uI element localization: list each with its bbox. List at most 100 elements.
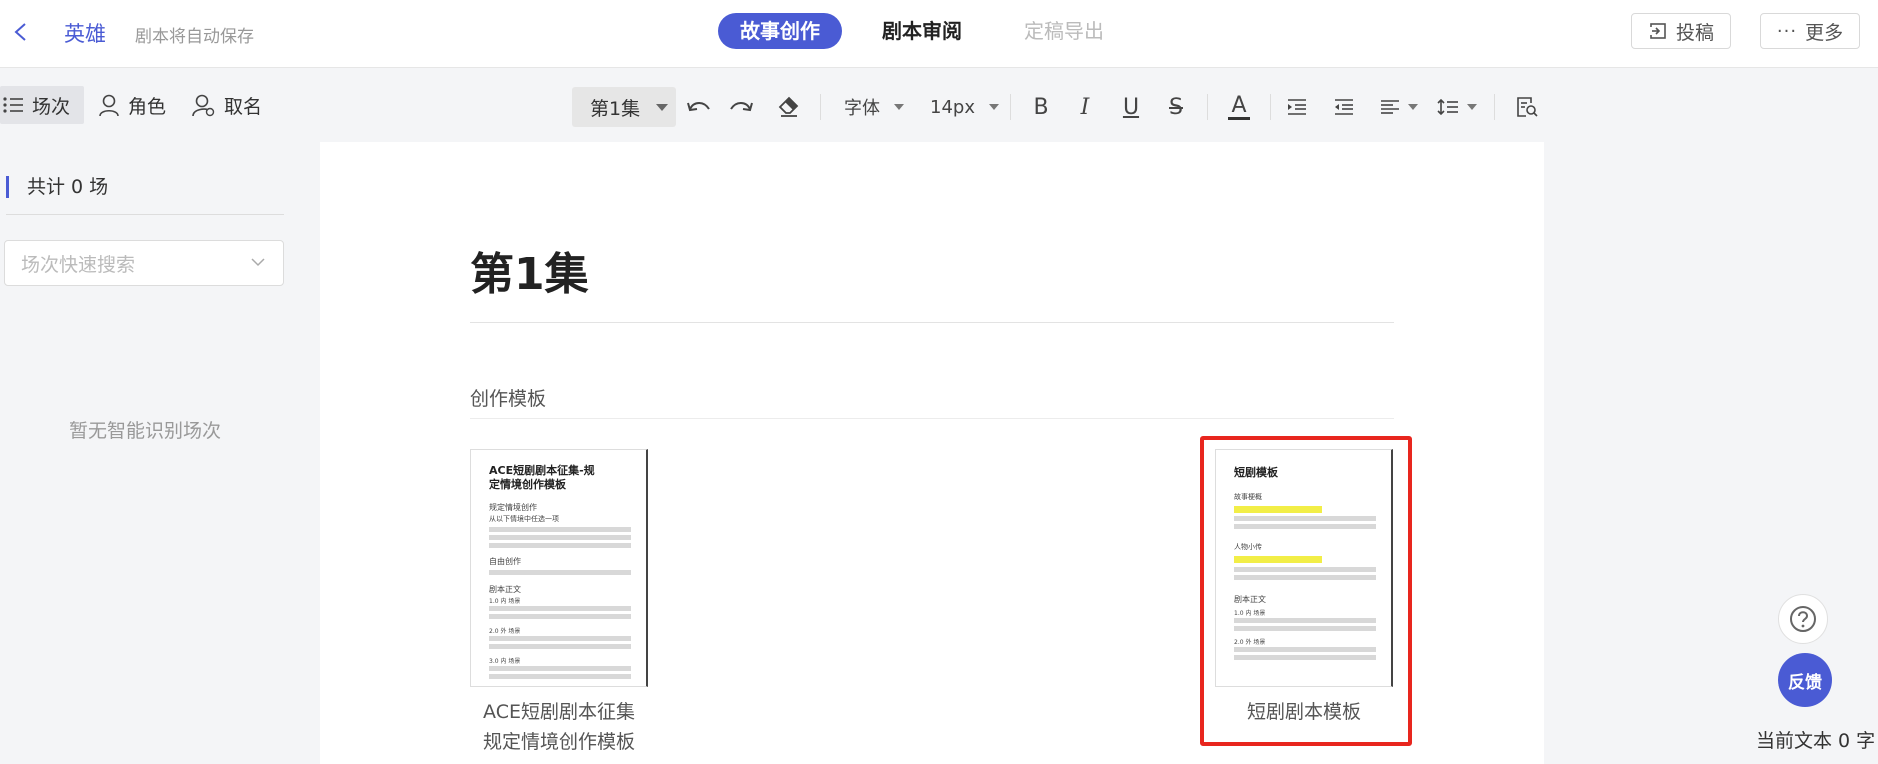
tab-roles[interactable]: 角色 bbox=[94, 86, 170, 124]
toolbar-divider bbox=[1207, 94, 1208, 120]
episode-title[interactable]: 第1集 bbox=[470, 238, 589, 302]
template-thumbnail: 短剧模板 故事梗概 人物小传 剧本正文 1.0 内 场景 2.0 外 场景 bbox=[1215, 449, 1393, 687]
strikethrough-icon: S bbox=[1169, 94, 1183, 120]
line-height-icon bbox=[1437, 98, 1458, 116]
more-button[interactable]: ··· 更多 bbox=[1760, 13, 1860, 49]
thumb-line: 2.0 外 场景 bbox=[1234, 639, 1266, 646]
font-color-icon: A bbox=[1231, 92, 1247, 118]
template-card-ace[interactable]: ACE短剧剧本征集-规 定情境创作模板 规定情境创作 从以下情境中任选一项 自由… bbox=[470, 449, 648, 757]
tab-naming-label: 取名 bbox=[224, 95, 263, 118]
toolbar-divider bbox=[1010, 94, 1011, 120]
project-name-link[interactable]: 英雄 bbox=[64, 18, 106, 48]
chevron-down-icon bbox=[988, 104, 999, 110]
tab-final-export[interactable]: 定稿导出 bbox=[1002, 13, 1126, 49]
align-select[interactable] bbox=[1376, 92, 1422, 122]
font-size-select[interactable]: 14px bbox=[930, 92, 999, 122]
thumb-bar bbox=[489, 614, 631, 619]
submit-button[interactable]: 投稿 bbox=[1631, 13, 1731, 49]
underline-button[interactable]: U bbox=[1116, 92, 1146, 122]
help-button[interactable] bbox=[1778, 594, 1828, 644]
question-circle-icon bbox=[1790, 606, 1816, 632]
thumb-bar bbox=[489, 644, 631, 649]
tab-story-creation[interactable]: 故事创作 bbox=[718, 13, 842, 49]
align-left-icon bbox=[1381, 100, 1399, 114]
tab-scenes[interactable]: 场次 bbox=[0, 86, 84, 124]
thumb-bar bbox=[1234, 524, 1376, 529]
template-name-line: 规定情境创作模板 bbox=[482, 731, 635, 753]
editor-toolbar: 场次 角色 取名 第1集 字体 14px B I U S A bbox=[0, 68, 1878, 144]
toolbar-divider bbox=[1494, 94, 1495, 120]
line-height-select[interactable] bbox=[1434, 92, 1480, 122]
font-color-swatch bbox=[1228, 116, 1250, 120]
word-count: 当前文本 0 字 bbox=[1756, 730, 1876, 752]
list-icon bbox=[3, 97, 23, 113]
document-search-icon bbox=[1517, 97, 1538, 117]
chevron-down-icon bbox=[894, 104, 904, 110]
scene-search-placeholder: 场次快速搜索 bbox=[21, 253, 136, 276]
feedback-button[interactable]: 反馈 bbox=[1778, 653, 1832, 707]
bold-icon: B bbox=[1033, 94, 1049, 120]
toolbar-divider bbox=[820, 94, 821, 120]
clear-format-button[interactable] bbox=[774, 92, 804, 122]
bold-button[interactable]: B bbox=[1026, 92, 1056, 122]
font-family-label: 字体 bbox=[844, 98, 880, 119]
user-icon bbox=[99, 94, 119, 117]
thumb-title: 短剧模板 bbox=[1234, 466, 1278, 479]
scene-panel: 共计 0 场 场次快速搜索 暂无智能识别场次 bbox=[0, 144, 300, 764]
thumb-bar bbox=[489, 570, 631, 575]
top-header: 英雄 剧本将自动保存 故事创作 剧本审阅 定稿导出 投稿 ··· 更多 bbox=[0, 0, 1878, 68]
thumb-line: 剧本正文 bbox=[1234, 595, 1266, 604]
thumb-line: 从以下情境中任选一项 bbox=[489, 515, 559, 523]
templates-divider bbox=[470, 418, 1394, 419]
back-arrow-icon[interactable] bbox=[10, 20, 32, 44]
submit-icon bbox=[1647, 23, 1666, 39]
template-card-short-drama[interactable]: 短剧模板 故事梗概 人物小传 剧本正文 1.0 内 场景 2.0 外 场景 短剧… bbox=[1215, 449, 1393, 727]
font-family-select[interactable]: 字体 bbox=[844, 92, 904, 122]
redo-icon bbox=[730, 102, 753, 112]
indent-button[interactable] bbox=[1282, 92, 1312, 122]
thumb-line: 规定情境创作 bbox=[489, 503, 537, 512]
tab-naming[interactable]: 取名 bbox=[188, 86, 266, 124]
template-name: 短剧剧本模板 bbox=[1215, 697, 1393, 727]
thumb-line: 3.0 内 场景 bbox=[489, 658, 521, 665]
thumb-bar bbox=[489, 666, 631, 671]
title-divider bbox=[470, 322, 1394, 323]
tab-roles-label: 角色 bbox=[128, 95, 167, 118]
thumb-line: 剧本正文 bbox=[489, 585, 521, 594]
submit-label: 投稿 bbox=[1675, 21, 1714, 44]
editor-page[interactable]: 第1集 创作模板 ACE短剧剧本征集-规 定情境创作模板 规定情境创作 从以下情… bbox=[320, 142, 1544, 764]
thumb-bar bbox=[1234, 626, 1376, 631]
find-button[interactable] bbox=[1512, 92, 1542, 122]
font-size-value: 14px bbox=[930, 96, 975, 118]
undo-button[interactable] bbox=[684, 92, 714, 122]
template-name-line: ACE短剧剧本征集 bbox=[483, 701, 635, 723]
thumb-line: 1.0 内 场景 bbox=[1234, 610, 1266, 617]
autosave-note: 剧本将自动保存 bbox=[135, 27, 254, 47]
template-thumbnail: ACE短剧剧本征集-规 定情境创作模板 规定情境创作 从以下情境中任选一项 自由… bbox=[470, 449, 648, 687]
thumb-bar bbox=[489, 674, 631, 679]
episode-select[interactable]: 第1集 bbox=[572, 87, 676, 127]
thumb-bar bbox=[489, 527, 631, 532]
episode-select-value: 第1集 bbox=[590, 97, 641, 120]
scene-search-input[interactable]: 场次快速搜索 bbox=[4, 240, 284, 286]
font-color-button[interactable]: A bbox=[1224, 92, 1254, 122]
template-name: ACE短剧剧本征集 规定情境创作模板 bbox=[470, 697, 648, 757]
thumb-bar bbox=[1234, 618, 1376, 623]
underline-icon: U bbox=[1122, 94, 1140, 120]
tab-script-review[interactable]: 剧本审阅 bbox=[860, 13, 984, 49]
chevron-down-icon bbox=[1467, 104, 1477, 110]
redo-button[interactable] bbox=[726, 92, 756, 122]
chevron-down-icon bbox=[656, 104, 668, 111]
thumb-line: 2.0 外 场景 bbox=[489, 628, 521, 635]
outdent-button[interactable] bbox=[1329, 92, 1359, 122]
user-settings-icon bbox=[192, 94, 215, 117]
thumb-bar bbox=[1234, 575, 1376, 580]
thumb-highlight-bar bbox=[1234, 506, 1322, 513]
thumb-bar bbox=[489, 543, 631, 548]
eraser-icon bbox=[778, 96, 799, 117]
thumb-bar bbox=[1234, 516, 1376, 521]
strikethrough-button[interactable]: S bbox=[1161, 92, 1191, 122]
italic-icon: I bbox=[1080, 94, 1090, 120]
italic-button[interactable]: I bbox=[1070, 92, 1100, 122]
thumb-bar bbox=[489, 606, 631, 611]
